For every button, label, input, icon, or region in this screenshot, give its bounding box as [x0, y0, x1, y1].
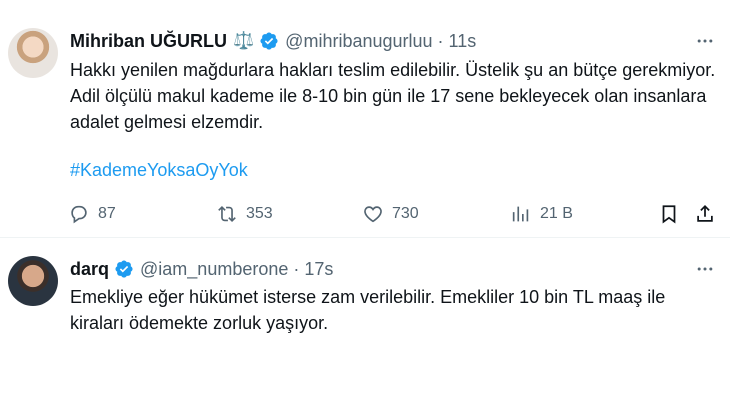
author-handle[interactable]: @iam_numberone	[140, 259, 288, 280]
views-button[interactable]: 21 B	[510, 203, 573, 225]
author-name[interactable]: darq	[70, 259, 109, 280]
bookmark-icon	[662, 205, 676, 224]
like-button[interactable]: 730	[362, 203, 419, 225]
tweet-time[interactable]: 17s	[304, 259, 333, 280]
retweet-count: 353	[246, 205, 273, 222]
share-icon	[697, 204, 713, 222]
reply-count: 87	[98, 205, 116, 222]
tweet-text: Emekliye eğer hükümet isterse zam verile…	[70, 287, 666, 333]
tweet-header: darq @iam_numberone · 17s	[70, 257, 333, 281]
reply-button[interactable]: 87	[68, 203, 116, 225]
author-handle[interactable]: @mihribanugurluu	[285, 31, 432, 52]
retweet-icon	[218, 205, 236, 223]
separator-dot: ·	[293, 258, 300, 279]
tweet-text: Hakkı yenilen mağdurlara hakları teslim …	[70, 60, 716, 132]
more-icon[interactable]	[694, 258, 716, 280]
views-icon	[512, 206, 529, 222]
retweet-button[interactable]: 353	[216, 203, 273, 225]
avatar[interactable]	[8, 28, 58, 78]
share-button[interactable]	[694, 203, 716, 225]
tweet-actions: 87 353 730 21 B	[68, 203, 718, 227]
tweet-time[interactable]: 11s	[449, 31, 477, 52]
views-count: 21 B	[540, 205, 573, 222]
verified-badge-icon	[260, 32, 278, 50]
tweet[interactable]: darq @iam_numberone · 17s Emekliye eğer …	[0, 238, 730, 420]
more-icon[interactable]	[694, 30, 716, 52]
like-count: 730	[392, 205, 419, 222]
scales-emoji: ⚖️	[233, 31, 255, 50]
verified-badge-icon	[115, 260, 133, 278]
reply-icon	[71, 205, 87, 224]
hashtag-link[interactable]: #KademeYoksaOyYok	[70, 160, 248, 181]
author-name[interactable]: Mihriban UĞURLU	[70, 31, 227, 52]
avatar[interactable]	[8, 256, 58, 306]
tweet[interactable]: Mihriban UĞURLU ⚖️ @mihribanugurluu · 11…	[0, 0, 730, 238]
tweet-header: Mihriban UĞURLU ⚖️ @mihribanugurluu · 11…	[70, 29, 476, 53]
heart-icon	[364, 206, 382, 223]
bookmark-button[interactable]	[658, 203, 680, 225]
separator-dot: ·	[437, 30, 444, 51]
